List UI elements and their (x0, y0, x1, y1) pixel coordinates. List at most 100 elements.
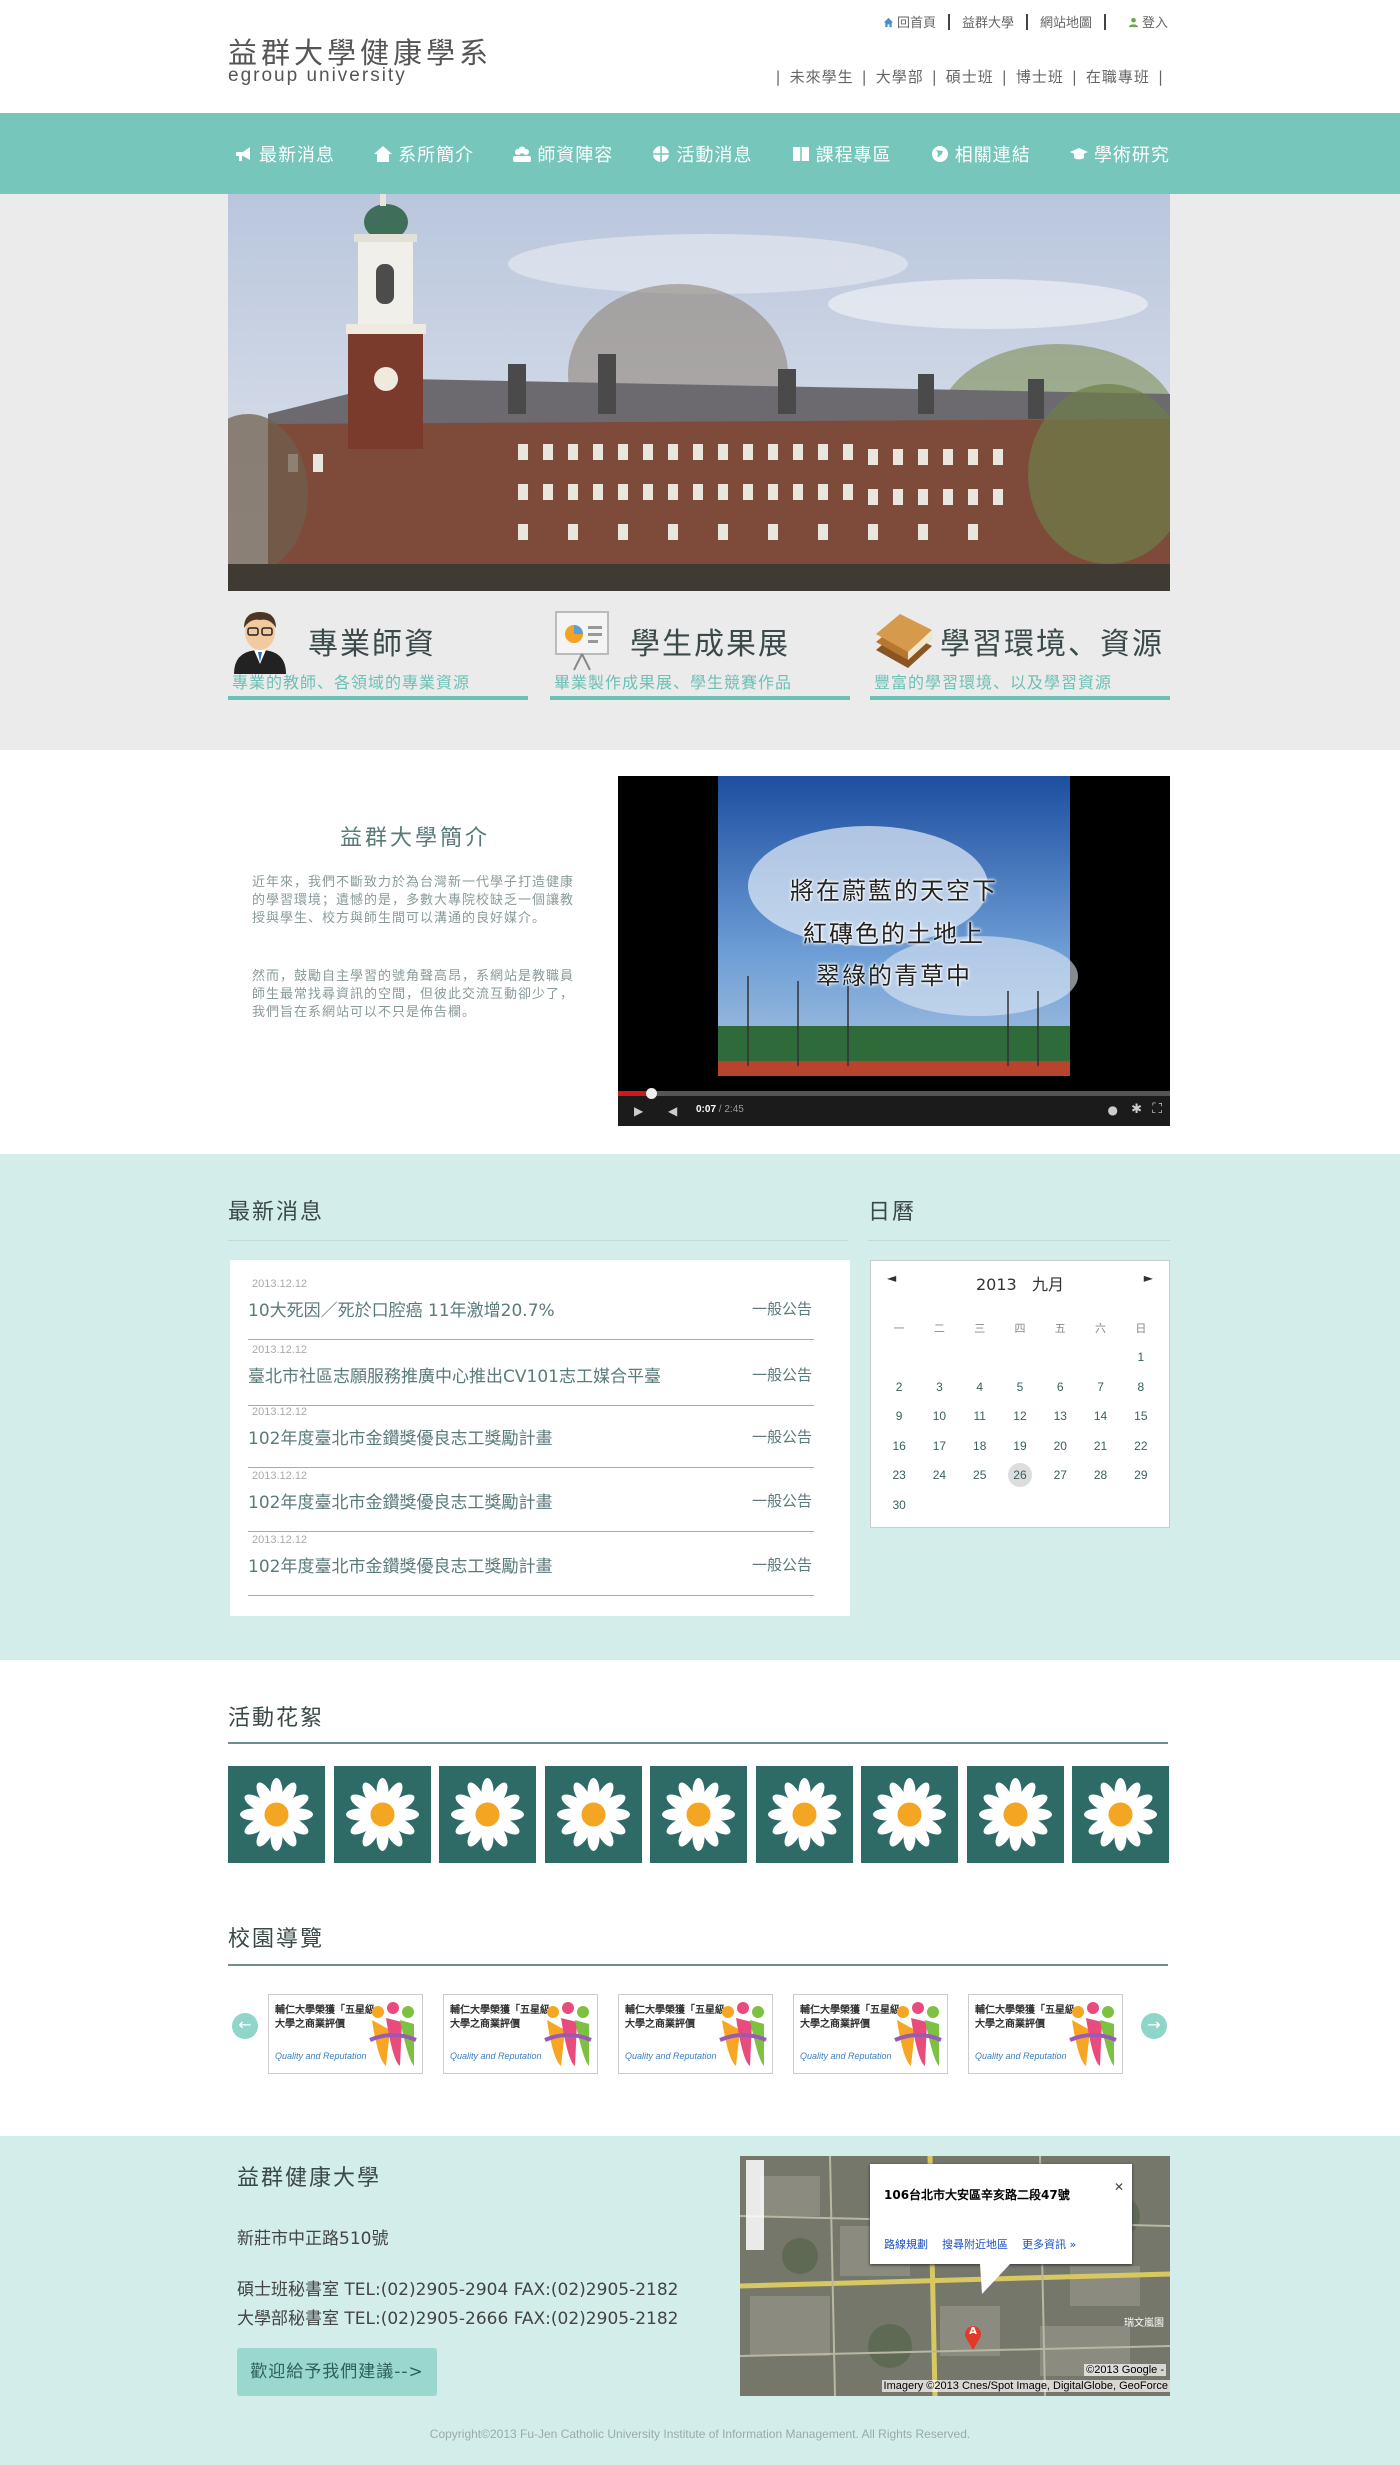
calendar-day[interactable]: 27 (1040, 1468, 1080, 1482)
calendar-next-button[interactable]: ► (1144, 1271, 1153, 1285)
news-item[interactable]: 2013.12.12 臺北市社區志願服務推廣中心推出CV101志工媒合平臺 一般… (248, 1344, 814, 1406)
map-directions-link[interactable]: 路線規劃 (884, 2238, 928, 2251)
close-icon[interactable]: ✕ (1114, 2180, 1124, 2194)
feature-resources[interactable]: 學習環境、資源 豐富的學習環境、以及學習資源 (870, 604, 1170, 704)
calendar-day[interactable]: 16 (879, 1439, 919, 1453)
activity-photo[interactable] (228, 1766, 325, 1863)
news-item[interactable]: 2013.12.12 10大死因／死於口腔癌 11年激增20.7% 一般公告 (248, 1278, 814, 1340)
calendar-day[interactable]: 8 (1121, 1380, 1161, 1394)
settings-icon[interactable]: ✱ (1131, 1102, 1142, 1117)
news-date: 2013.12.12 (252, 1278, 308, 1290)
news-link[interactable]: 102年度臺北市金鑽獎優良志工獎勵計畫 (248, 1424, 552, 1449)
nav-item-events[interactable]: 活動消息 (651, 141, 752, 167)
activity-photo[interactable] (333, 1766, 431, 1863)
calendar-day[interactable]: 30 (879, 1498, 919, 1512)
news-link[interactable]: 102年度臺北市金鑽獎優良志工獎勵計畫 (248, 1552, 552, 1577)
calendar-day[interactable]: 2 (879, 1380, 919, 1394)
video-progress-bar[interactable] (618, 1088, 1170, 1099)
map-marker[interactable]: A (963, 2324, 983, 2350)
news-date: 2013.12.12 (252, 1470, 308, 1482)
calendar-day[interactable]: 22 (1121, 1439, 1161, 1453)
news-category: 一般公告 (751, 1366, 812, 1384)
calendar-day[interactable]: 14 (1080, 1409, 1120, 1423)
calendar-day[interactable]: 24 (919, 1468, 959, 1482)
nav-item-research[interactable]: 學術研究 (1069, 141, 1170, 167)
calendar-day[interactable]: 10 (919, 1409, 959, 1423)
university-link[interactable]: 益群大學 (962, 12, 1014, 31)
news-item[interactable]: 2013.12.12 102年度臺北市金鑽獎優良志工獎勵計畫 一般公告 (248, 1470, 814, 1532)
home-link[interactable]: 回首頁 (883, 12, 936, 31)
calendar-day[interactable]: 20 (1040, 1439, 1080, 1453)
info-icon[interactable]: ● (1108, 1103, 1118, 1117)
calendar-day[interactable]: 17 (919, 1439, 959, 1453)
campus-card[interactable]: 輔仁大學榮獲「五星級」 大學之商業評價 Quality and Reputation (443, 1994, 598, 2074)
carousel-next-button[interactable]: → (1141, 2013, 1167, 2039)
campus-card[interactable]: 輔仁大學榮獲「五星級」 大學之商業評價 Quality and Reputation (268, 1994, 423, 2074)
calendar-day[interactable]: 9 (879, 1409, 919, 1423)
calendar-day[interactable]: 13 (1040, 1409, 1080, 1423)
nav-item-faculty[interactable]: 師資陣容 (512, 141, 613, 167)
footer-university-name: 益群健康大學 (237, 2166, 382, 2191)
nav-item-label: 最新消息 (259, 144, 335, 166)
calendar-day[interactable]: 6 (1040, 1380, 1080, 1394)
campus-card[interactable]: 輔仁大學榮獲「五星級」 大學之商業評價 Quality and Reputation (618, 1994, 773, 2074)
calendar-day[interactable]: 1 (1121, 1350, 1161, 1364)
news-item[interactable]: 2013.12.12 102年度臺北市金鑽獎優良志工獎勵計畫 一般公告 (248, 1406, 814, 1468)
future-students-link[interactable]: 未來學生 (790, 68, 854, 86)
video-player[interactable]: 將在蔚藍的天空下 紅磚色的土地上 翠綠的青草中 ▶ ◀ 0:07 / 2:45 … (618, 776, 1170, 1126)
calendar-day[interactable]: 4 (960, 1380, 1000, 1394)
nav-item-about[interactable]: 系所簡介 (373, 141, 474, 167)
activity-photo[interactable] (966, 1766, 1064, 1863)
feature-faculty[interactable]: 專業師資 專業的教師、各領域的專業資源 (228, 604, 528, 704)
activity-photo[interactable] (861, 1766, 958, 1863)
news-link[interactable]: 10大死因／死於口腔癌 11年激增20.7% (248, 1296, 555, 1321)
activity-photo[interactable] (544, 1766, 642, 1863)
campus-card[interactable]: 輔仁大學榮獲「五星級」 大學之商業評價 Quality and Reputation (793, 1994, 948, 2074)
calendar-day[interactable]: 26 (1000, 1463, 1040, 1488)
activity-photo[interactable] (650, 1766, 747, 1863)
volume-icon[interactable]: ◀ (668, 1104, 677, 1118)
sitemap-link[interactable]: 網站地圖 (1040, 12, 1092, 31)
news-item[interactable]: 2013.12.12 102年度臺北市金鑽獎優良志工獎勵計畫 一般公告 (248, 1534, 814, 1596)
carousel-prev-button[interactable]: ← (232, 2013, 258, 2039)
calendar-day[interactable]: 18 (960, 1439, 1000, 1453)
activity-photo[interactable] (439, 1766, 536, 1863)
google-map[interactable]: 地圖 衛星 地形 地球 106台北市大安區辛亥路二段47號 ✕ 路線規劃 搜尋附… (740, 2156, 1170, 2396)
nav-item-links[interactable]: 相關連結 (930, 141, 1031, 167)
activity-photo[interactable] (755, 1766, 853, 1863)
calendar-day[interactable]: 7 (1080, 1380, 1120, 1394)
video-scrubber[interactable] (646, 1088, 657, 1099)
undergrad-link[interactable]: 大學部 (876, 68, 924, 86)
calendar-day[interactable]: 28 (1080, 1468, 1120, 1482)
campus-card[interactable]: 輔仁大學榮獲「五星級」 大學之商業評價 Quality and Reputation (968, 1994, 1123, 2074)
nav-item-courses[interactable]: 課程專區 (791, 141, 892, 167)
play-icon[interactable]: ▶ (634, 1104, 643, 1118)
calendar-day[interactable]: 29 (1121, 1468, 1161, 1482)
news-link[interactable]: 102年度臺北市金鑽獎優良志工獎勵計畫 (248, 1488, 552, 1513)
fullscreen-icon[interactable]: ⛶ (1152, 1101, 1162, 1117)
calendar-day[interactable]: 21 (1080, 1439, 1120, 1453)
news-link[interactable]: 臺北市社區志願服務推廣中心推出CV101志工媒合平臺 (248, 1362, 661, 1387)
map-more-link[interactable]: 更多資訊 » (1022, 2238, 1076, 2251)
calendar-today[interactable]: 26 (1007, 1463, 1032, 1488)
calendar-day[interactable]: 3 (919, 1380, 959, 1394)
calendar-day[interactable]: 23 (879, 1468, 919, 1482)
feature-showcase[interactable]: 學生成果展 畢業製作成果展、學生競賽作品 (550, 604, 850, 704)
calendar-day[interactable]: 25 (960, 1468, 1000, 1482)
masters-link[interactable]: 碩士班 (946, 68, 994, 86)
calendar-day[interactable]: 19 (1000, 1439, 1040, 1453)
map-zoom-control[interactable] (746, 2160, 764, 2250)
people-logo-icon (719, 2002, 767, 2066)
phd-link[interactable]: 博士班 (1016, 68, 1064, 86)
inservice-link[interactable]: 在職專班 (1086, 68, 1150, 86)
map-nearby-link[interactable]: 搜尋附近地區 (942, 2238, 1008, 2251)
login-link[interactable]: 登入 (1128, 12, 1168, 31)
feedback-button[interactable]: 歡迎給予我們建議--> (237, 2348, 437, 2396)
calendar-day[interactable]: 5 (1000, 1380, 1040, 1394)
nav-item-news[interactable]: 最新消息 (234, 141, 335, 167)
site-logo-subtitle[interactable]: egroup university (228, 65, 407, 87)
calendar-day[interactable]: 15 (1121, 1409, 1161, 1423)
calendar-day[interactable]: 12 (1000, 1409, 1040, 1423)
calendar-day[interactable]: 11 (960, 1409, 1000, 1423)
activity-photo[interactable] (1072, 1766, 1169, 1863)
